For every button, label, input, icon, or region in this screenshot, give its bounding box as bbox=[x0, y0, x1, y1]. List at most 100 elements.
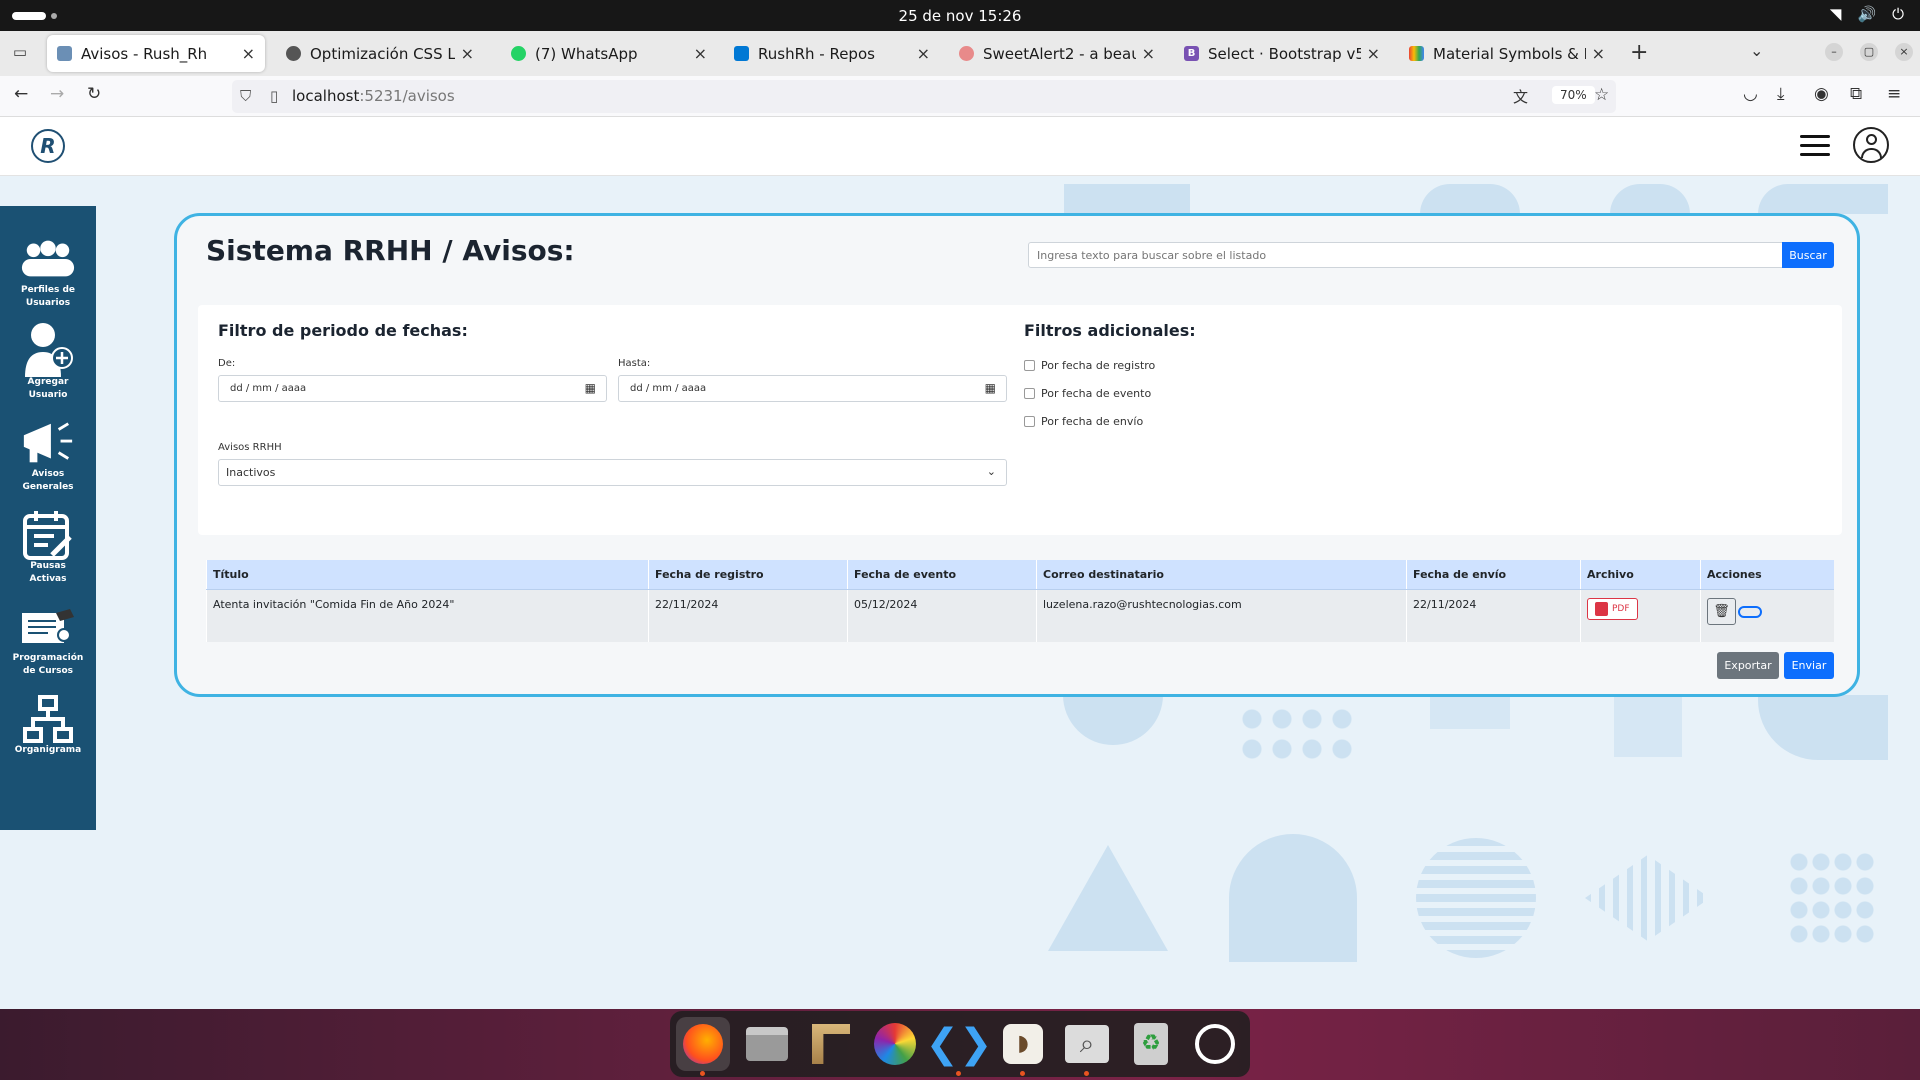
calendar-icon[interactable]: ▦ bbox=[585, 381, 596, 395]
column-header[interactable]: Título bbox=[206, 560, 649, 590]
cell-titulo: Atenta invitación "Comida Fin de Año 202… bbox=[206, 589, 649, 642]
checkbox[interactable] bbox=[1024, 360, 1035, 371]
bootstrap-icon: B bbox=[1184, 46, 1199, 61]
tab-whatsapp[interactable]: (7) WhatsApp × bbox=[501, 35, 717, 72]
pocket-icon[interactable]: ◡ bbox=[1743, 84, 1758, 104]
tab-css-layout[interactable]: Optimización CSS Layout × bbox=[276, 35, 484, 72]
power-icon[interactable]: ⏻ bbox=[1892, 5, 1904, 23]
close-icon[interactable]: × bbox=[461, 44, 474, 63]
toggle-switch[interactable] bbox=[1738, 605, 1762, 618]
tab-material-symbols[interactable]: Material Symbols & Icons × bbox=[1399, 35, 1615, 72]
table-row[interactable]: Atenta invitación "Comida Fin de Año 202… bbox=[206, 589, 1834, 642]
calendar-icon[interactable]: ▦ bbox=[985, 381, 996, 395]
close-icon[interactable]: × bbox=[242, 44, 255, 63]
checkbox-fecha-registro[interactable]: Por fecha de registro bbox=[1024, 359, 1155, 372]
column-header[interactable]: Archivo bbox=[1580, 560, 1701, 590]
cell-acciones: 🗑 bbox=[1700, 589, 1834, 642]
sidebar-item-avisos-generales[interactable]: Avisos Generales bbox=[0, 420, 96, 494]
dock-vscode[interactable]: ❮❯ bbox=[925, 1017, 993, 1076]
sidebar-item-label: Usuario bbox=[28, 390, 68, 400]
material-symbols-icon bbox=[1409, 46, 1424, 61]
dock-firefox[interactable] bbox=[676, 1017, 730, 1076]
close-icon[interactable]: × bbox=[1142, 44, 1155, 63]
notices-selected-value: Inactivos bbox=[226, 466, 276, 479]
close-icon[interactable]: × bbox=[694, 44, 707, 63]
search-input[interactable] bbox=[1028, 242, 1783, 268]
address-bar[interactable]: ⛉ ▯ localhost:5231/avisos 文 70% ☆ bbox=[232, 80, 1616, 113]
notices-select[interactable]: Inactivos ⌄ bbox=[218, 459, 1007, 486]
notices-label: Avisos RRHH bbox=[218, 442, 282, 453]
forward-icon[interactable]: → bbox=[50, 84, 64, 104]
checkbox-fecha-evento[interactable]: Por fecha de evento bbox=[1024, 387, 1151, 400]
tab-favicon bbox=[286, 46, 301, 61]
column-header[interactable]: Acciones bbox=[1700, 560, 1834, 590]
to-date-field[interactable]: dd / mm / aaaa ▦ bbox=[618, 375, 1007, 402]
back-icon[interactable]: ← bbox=[14, 84, 28, 104]
add-user-icon bbox=[20, 323, 76, 377]
dock-trash[interactable]: ♻ bbox=[1124, 1017, 1178, 1071]
magnifier-icon: ⌕ bbox=[1065, 1025, 1109, 1063]
maximize-icon[interactable]: ▢ bbox=[1860, 43, 1878, 61]
delete-button[interactable]: 🗑 bbox=[1707, 598, 1736, 625]
logo[interactable]: R bbox=[31, 129, 65, 163]
reload-icon[interactable]: ↻ bbox=[87, 84, 101, 104]
sidebar-item-pausas-activas[interactable]: Pausas Activas bbox=[0, 511, 96, 586]
search-button[interactable]: Buscar bbox=[1782, 242, 1834, 268]
hamburger-menu-icon[interactable] bbox=[1800, 135, 1830, 157]
send-button[interactable]: Enviar bbox=[1784, 652, 1834, 679]
column-header[interactable]: Correo destinatario bbox=[1036, 560, 1407, 590]
list-all-tabs-icon[interactable]: ▭ bbox=[10, 43, 30, 61]
window-close-icon[interactable]: × bbox=[1895, 43, 1913, 61]
dock-search[interactable]: ⌕ bbox=[1060, 1017, 1114, 1076]
sidebar-item-label: Avisos bbox=[31, 469, 65, 479]
tab-repos[interactable]: RushRh - Repos × bbox=[724, 35, 940, 72]
wifi-icon[interactable]: ◥ bbox=[1830, 5, 1842, 23]
sidebar-item-programacion-cursos[interactable]: Programación de Cursos bbox=[0, 604, 96, 678]
extensions-icon[interactable]: ⧉ bbox=[1850, 84, 1862, 104]
pdf-button[interactable]: PDF bbox=[1587, 598, 1638, 620]
column-header[interactable]: Fecha de evento bbox=[847, 560, 1037, 590]
tab-bootstrap[interactable]: B Select · Bootstrap v5.3 × bbox=[1174, 35, 1390, 72]
column-header[interactable]: Fecha de envío bbox=[1406, 560, 1581, 590]
export-button[interactable]: Exportar bbox=[1717, 652, 1779, 679]
vscode-icon: ❮❯ bbox=[925, 1021, 993, 1067]
bookmark-star-icon[interactable]: ☆ bbox=[1594, 85, 1609, 105]
checkbox-fecha-envio[interactable]: Por fecha de envío bbox=[1024, 415, 1143, 428]
minimize-icon[interactable]: – bbox=[1825, 43, 1843, 61]
sidebar-item-organigrama[interactable]: Organigrama bbox=[0, 695, 96, 757]
checkbox-label: Por fecha de envío bbox=[1041, 415, 1144, 428]
download-icon[interactable]: ⤓ bbox=[1777, 84, 1785, 104]
tab-avisos[interactable]: Avisos - Rush_Rh × bbox=[47, 35, 265, 72]
user-profile-icon[interactable] bbox=[1853, 127, 1889, 163]
tab-sweetalert[interactable]: SweetAlert2 - a beautiful × bbox=[949, 35, 1165, 72]
dock-colors[interactable] bbox=[868, 1017, 922, 1071]
account-icon[interactable]: ◉ bbox=[1814, 84, 1829, 104]
page-icon[interactable]: ▯ bbox=[270, 87, 278, 105]
zoom-level[interactable]: 70% bbox=[1552, 86, 1595, 104]
translate-icon[interactable]: 文 bbox=[1513, 86, 1528, 107]
url-text[interactable]: localhost:5231/avisos bbox=[292, 87, 455, 105]
system-tray[interactable]: ◥ 🔊 ⏻ bbox=[1830, 5, 1904, 23]
app-menu-icon[interactable]: ≡ bbox=[1887, 84, 1901, 104]
column-header[interactable]: Fecha de registro bbox=[648, 560, 848, 590]
dock-dbeaver[interactable]: ◗ bbox=[996, 1017, 1050, 1076]
url-host: localhost bbox=[292, 87, 360, 105]
checkbox[interactable] bbox=[1024, 416, 1035, 427]
firefox-icon bbox=[683, 1024, 723, 1064]
sidebar-item-perfiles[interactable]: Perfiles de Usuarios bbox=[0, 236, 96, 310]
dock-app-grid[interactable] bbox=[1188, 1017, 1242, 1071]
close-icon[interactable]: × bbox=[1592, 44, 1605, 63]
tab-label: Select · Bootstrap v5.3 bbox=[1208, 44, 1361, 63]
dock-files[interactable] bbox=[740, 1017, 794, 1071]
new-tab-icon[interactable]: + bbox=[1630, 40, 1648, 65]
close-icon[interactable]: × bbox=[917, 44, 930, 63]
shield-icon[interactable]: ⛉ bbox=[240, 87, 251, 105]
sidebar-item-agregar-usuario[interactable]: Agregar Usuario bbox=[0, 323, 96, 402]
chevron-down-icon[interactable]: ⌄ bbox=[1750, 41, 1763, 60]
close-icon[interactable]: × bbox=[1367, 44, 1380, 63]
volume-icon[interactable]: 🔊 bbox=[1857, 5, 1876, 23]
dock-editor[interactable] bbox=[804, 1017, 858, 1071]
system-clock[interactable]: 25 de nov 15:26 bbox=[0, 7, 1920, 25]
checkbox[interactable] bbox=[1024, 388, 1035, 399]
from-date-field[interactable]: dd / mm / aaaa ▦ bbox=[218, 375, 607, 402]
